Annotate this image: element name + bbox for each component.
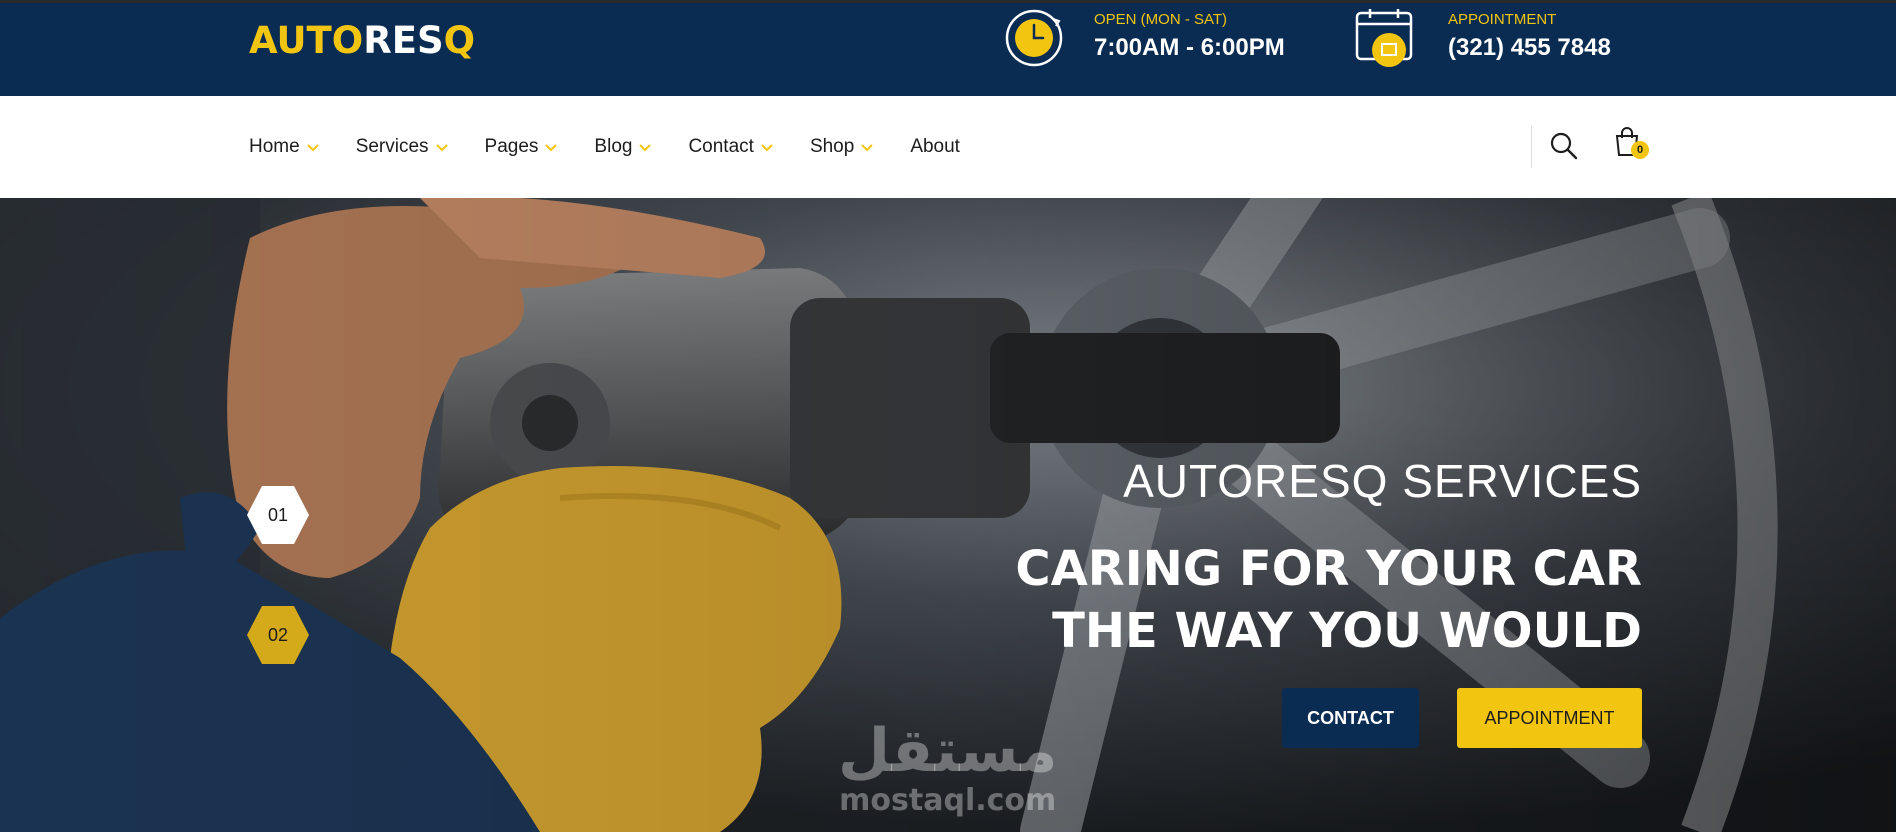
chevron-down-icon xyxy=(545,144,558,152)
slide-indicator-2[interactable]: 02 xyxy=(246,605,310,665)
hero-title-line-2: THE WAY YOU WOULD xyxy=(1052,603,1642,659)
chevron-down-icon xyxy=(639,144,652,152)
hero-title: CARING FOR YOUR CAR THE WAY YOU WOULD xyxy=(1015,538,1642,662)
clock-icon xyxy=(1005,9,1063,67)
cart-count-badge: 0 xyxy=(1631,141,1649,159)
nav-item-pages[interactable]: Pages xyxy=(485,136,559,158)
appointment-label: APPOINTMENT xyxy=(1448,11,1557,28)
nav-item-label: Blog xyxy=(594,136,633,157)
slide-indicator-1[interactable]: 01 xyxy=(246,485,310,545)
logo-text-auto: AUTO xyxy=(249,19,364,62)
watermark-latin: mostaql.com xyxy=(839,783,1057,818)
hero-title-line-1: CARING FOR YOUR CAR xyxy=(1015,541,1642,597)
appointment-info: APPOINTMENT (321) 455 7848 xyxy=(1353,7,1653,69)
logo-text-q: Q xyxy=(443,19,476,62)
chevron-down-icon xyxy=(306,144,319,152)
nav-item-label: About xyxy=(910,136,960,157)
watermark-arabic: مستقل xyxy=(838,716,1058,786)
logo-text-res: RES xyxy=(363,19,444,62)
opening-hours: OPEN (MON - SAT) 7:00AM - 6:00PM xyxy=(1003,7,1303,69)
appointment-phone[interactable]: (321) 455 7848 xyxy=(1448,34,1611,62)
watermark: مستقل mostaql.com xyxy=(838,718,1057,818)
site-logo[interactable]: AUTORESQ xyxy=(249,19,475,62)
contact-button[interactable]: CONTACT xyxy=(1282,688,1419,748)
nav-item-label: Contact xyxy=(688,136,754,157)
main-navigation: Home Services Pages Blog Contact Shop About 0 xyxy=(0,96,1896,198)
slide-indicator-label: 02 xyxy=(267,625,289,645)
nav-item-label: Home xyxy=(249,136,300,157)
chevron-down-icon xyxy=(435,144,448,152)
nav-item-services[interactable]: Services xyxy=(356,136,449,158)
nav-item-shop[interactable]: Shop xyxy=(810,136,874,158)
hours-label: OPEN (MON - SAT) xyxy=(1094,11,1228,28)
hero-subtitle: AUTORESQ SERVICES xyxy=(1123,455,1642,507)
hero-slider: 01 02 AUTORESQ SERVICES CARING FOR YOUR … xyxy=(0,198,1896,832)
hours-value: 7:00AM - 6:00PM xyxy=(1094,34,1285,61)
nav-item-home[interactable]: Home xyxy=(249,136,320,158)
slide-indicator-label: 01 xyxy=(267,505,289,525)
search-icon[interactable] xyxy=(1549,131,1579,161)
top-bar: AUTORESQ OPEN (MON - SAT) 7:00AM - 6:00P… xyxy=(0,0,1896,96)
nav-divider xyxy=(1531,126,1532,168)
nav-item-blog[interactable]: Blog xyxy=(594,136,652,158)
nav-item-contact[interactable]: Contact xyxy=(688,136,773,158)
nav-item-label: Services xyxy=(355,136,429,157)
nav-menu: Home Services Pages Blog Contact Shop About xyxy=(249,96,996,198)
nav-item-about[interactable]: About xyxy=(910,136,960,158)
chevron-down-icon xyxy=(861,144,874,152)
cart-button[interactable]: 0 xyxy=(1614,127,1654,163)
nav-item-label: Pages xyxy=(484,136,539,157)
calendar-icon xyxy=(1355,9,1413,67)
chevron-down-icon xyxy=(761,144,773,152)
nav-item-label: Shop xyxy=(809,136,855,157)
appointment-button[interactable]: APPOINTMENT xyxy=(1457,688,1642,748)
